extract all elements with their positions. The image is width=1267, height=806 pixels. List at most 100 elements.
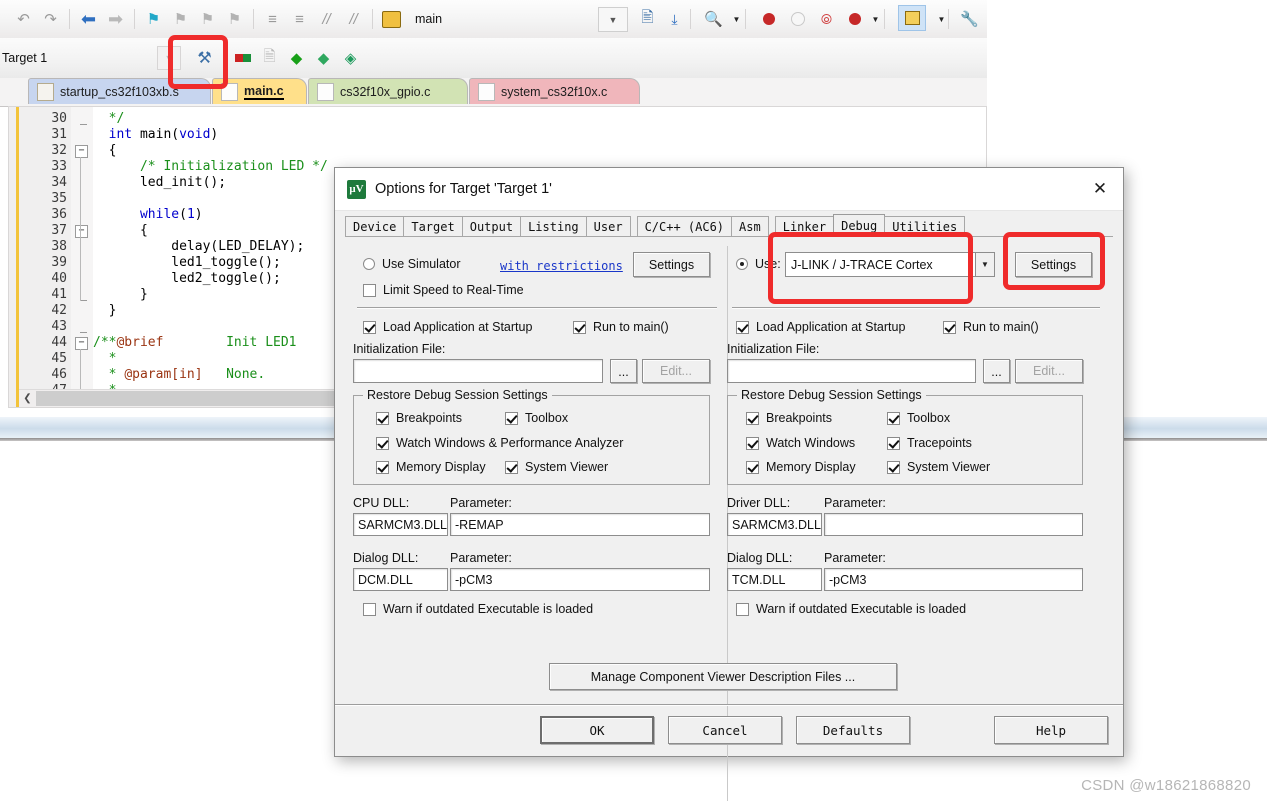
init-file-input-left[interactable] xyxy=(353,359,603,383)
combo-dropdown-icon[interactable]: ▼ xyxy=(598,7,628,32)
manage-component-viewer-button[interactable]: Manage Component Viewer Description File… xyxy=(549,663,897,690)
warn-outdated-option-left[interactable]: Warn if outdated Executable is loaded xyxy=(363,602,593,616)
warn-outdated-checkbox[interactable] xyxy=(363,602,376,616)
tab-output[interactable]: Output xyxy=(461,216,522,237)
dialog-dll-input-right[interactable]: TCM.DLL xyxy=(727,568,822,591)
debug-driver-select[interactable]: J-LINK / J-TRACE Cortex ▼ xyxy=(785,252,995,277)
outdent-icon[interactable]: ≡ xyxy=(286,6,313,32)
system-viewer-checkbox[interactable] xyxy=(887,460,900,474)
file-tab-startup[interactable]: startup_cs32f103xb.s xyxy=(28,78,211,104)
system-viewer-checkbox[interactable] xyxy=(505,460,518,474)
scroll-left-icon[interactable]: ❮ xyxy=(19,390,36,407)
load-app-option-right[interactable]: Load Application at Startup xyxy=(736,320,905,334)
indent-icon[interactable]: ≡ xyxy=(259,6,286,32)
watch-windows-checkbox[interactable] xyxy=(746,436,759,450)
simulator-settings-button[interactable]: Settings xyxy=(633,252,710,277)
nav-back-icon[interactable]: ⬅ xyxy=(75,6,102,32)
breakpoints-checkbox[interactable] xyxy=(746,411,759,425)
warn-outdated-option-right[interactable]: Warn if outdated Executable is loaded xyxy=(736,602,966,616)
dialog-dll-input-left[interactable]: DCM.DLL xyxy=(353,568,448,591)
restore-toolbox-left[interactable]: Toolbox xyxy=(505,411,568,425)
memory-display-checkbox[interactable] xyxy=(746,460,759,474)
comment-icon[interactable]: // xyxy=(313,6,340,32)
window-dropdown-icon[interactable]: ▼ xyxy=(928,6,955,32)
breakpoint-icon[interactable] xyxy=(755,6,782,32)
tab-listing[interactable]: Listing xyxy=(520,216,587,237)
code-line[interactable]: int main(void) xyxy=(93,127,986,143)
window-manager-icon[interactable] xyxy=(898,5,926,31)
load-app-option-left[interactable]: Load Application at Startup xyxy=(363,320,532,334)
limit-speed-option[interactable]: Limit Speed to Real-Time xyxy=(363,283,524,297)
restore-sysviewer-left[interactable]: System Viewer xyxy=(505,460,608,474)
cpu-dll-input[interactable]: SARMCM3.DLL xyxy=(353,513,448,536)
build-icon[interactable] xyxy=(229,45,256,71)
manage-run-icon[interactable]: ◆ xyxy=(283,45,310,71)
driver-parameter-input[interactable] xyxy=(824,513,1083,536)
restore-sysviewer-right[interactable]: System Viewer xyxy=(887,460,990,474)
tab-user[interactable]: User xyxy=(585,216,631,237)
insert-icon[interactable]: ⤓ xyxy=(661,6,688,32)
tab-utilities[interactable]: Utilities xyxy=(884,216,966,237)
load-app-checkbox[interactable] xyxy=(736,320,749,334)
toolbox-checkbox[interactable] xyxy=(887,411,900,425)
memory-display-checkbox[interactable] xyxy=(376,460,389,474)
cancel-button[interactable]: Cancel xyxy=(668,716,782,744)
init-file-browse-button-right[interactable]: ... xyxy=(983,359,1010,383)
restore-tracepoints-right[interactable]: Tracepoints xyxy=(887,436,972,450)
restore-toolbox-right[interactable]: Toolbox xyxy=(887,411,950,425)
project-target-icon[interactable] xyxy=(378,6,405,32)
breakpoint-kill-all-icon[interactable]: ⦾ xyxy=(813,6,840,32)
fold-collapse-icon[interactable]: − xyxy=(75,145,88,158)
use-simulator-radio[interactable] xyxy=(363,258,375,270)
warn-outdated-checkbox[interactable] xyxy=(736,602,749,616)
bookmark-clear-icon[interactable]: ⚑ xyxy=(221,6,248,32)
limit-speed-checkbox[interactable] xyxy=(363,283,376,297)
redo-icon[interactable]: ↷ xyxy=(37,6,64,32)
run-to-main-option-right[interactable]: Run to main() xyxy=(943,320,1039,334)
driver-settings-button[interactable]: Settings xyxy=(1015,252,1092,277)
undo-icon[interactable]: ↶ xyxy=(10,6,37,32)
with-restrictions-link[interactable]: with restrictions xyxy=(500,259,623,273)
breakpoint-disable-icon[interactable] xyxy=(784,6,811,32)
target-selector-dropdown-icon[interactable]: ▼ xyxy=(157,46,181,70)
close-icon[interactable]: ✕ xyxy=(1077,168,1123,210)
init-file-input-right[interactable] xyxy=(727,359,976,383)
restore-watch-right[interactable]: Watch Windows xyxy=(746,436,855,450)
ok-button[interactable]: OK xyxy=(540,716,654,744)
pack-installer-icon[interactable]: ◆ xyxy=(310,45,337,71)
run-to-main-checkbox[interactable] xyxy=(943,320,956,334)
tab-target[interactable]: Target xyxy=(403,216,463,237)
cpu-parameter-input[interactable]: -REMAP xyxy=(450,513,710,536)
manage-project-icon[interactable]: ◈ xyxy=(337,45,364,71)
breakpoints-checkbox[interactable] xyxy=(376,411,389,425)
bookmark-prev-icon[interactable]: ⚑ xyxy=(167,6,194,32)
uncomment-icon[interactable]: // xyxy=(340,6,367,32)
bookmark-toggle-icon[interactable]: ⚑ xyxy=(140,6,167,32)
file-tab-mainc[interactable]: main.c xyxy=(212,78,307,104)
use-driver-radio[interactable] xyxy=(736,258,748,270)
project-target-combo[interactable]: main xyxy=(409,7,448,31)
tab-debug[interactable]: Debug xyxy=(833,214,886,237)
fold-collapse-icon[interactable]: − xyxy=(75,337,88,350)
use-driver-option[interactable]: Use: xyxy=(736,257,781,271)
restore-breakpoints-left[interactable]: Breakpoints xyxy=(376,411,462,425)
restore-memory-left[interactable]: Memory Display xyxy=(376,460,486,474)
run-to-main-checkbox[interactable] xyxy=(573,320,586,334)
batch-build-icon[interactable]: 🗎 xyxy=(256,45,283,71)
restore-watch-left[interactable]: Watch Windows & Performance Analyzer xyxy=(376,436,623,450)
tab-device[interactable]: Device xyxy=(345,216,405,237)
watch-windows-checkbox[interactable] xyxy=(376,436,389,450)
restore-memory-right[interactable]: Memory Display xyxy=(746,460,856,474)
init-file-browse-button-left[interactable]: ... xyxy=(610,359,637,383)
file-tab-system[interactable]: system_cs32f10x.c xyxy=(469,78,640,104)
tab-asm[interactable]: Asm xyxy=(731,216,769,237)
nav-forward-icon[interactable]: ➡ xyxy=(102,6,129,32)
file-tab-gpio[interactable]: cs32f10x_gpio.c xyxy=(308,78,468,104)
help-button[interactable]: Help xyxy=(994,716,1108,744)
configure-icon[interactable]: 🔧 xyxy=(956,6,983,32)
run-to-main-option-left[interactable]: Run to main() xyxy=(573,320,669,334)
chevron-down-icon[interactable]: ▼ xyxy=(975,253,994,276)
dialog-parameter-input-left[interactable]: -pCM3 xyxy=(450,568,710,591)
target-options-icon[interactable]: ⚒ xyxy=(191,45,218,71)
bookmark-next-icon[interactable]: ⚑ xyxy=(194,6,221,32)
